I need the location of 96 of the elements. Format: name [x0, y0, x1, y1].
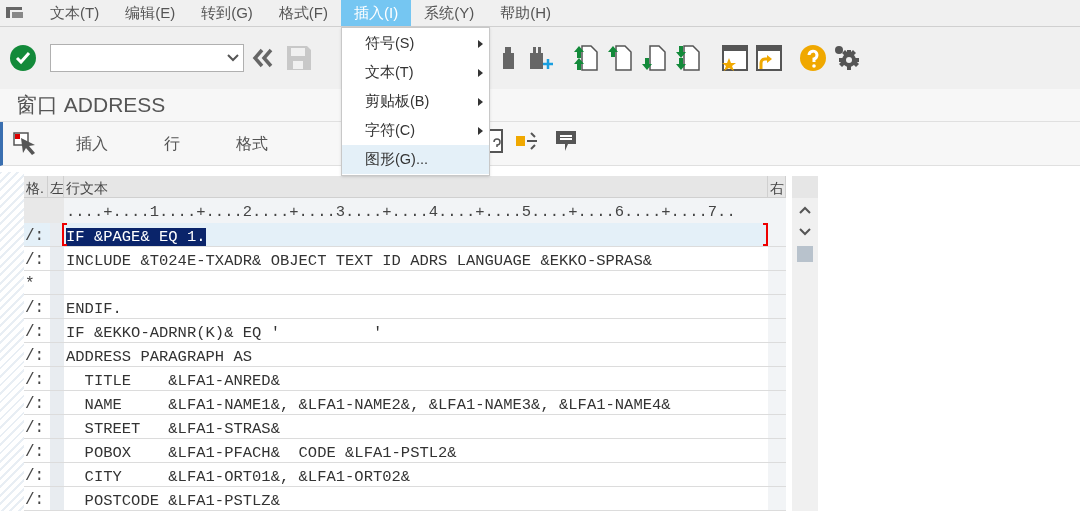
- margin-cell: [768, 487, 786, 510]
- gutter-cell: [50, 391, 64, 414]
- double-chevron-left-icon[interactable]: [252, 48, 274, 68]
- menu-item[interactable]: 编辑(E): [112, 0, 189, 26]
- chevron-down-icon[interactable]: [227, 54, 239, 62]
- command-field[interactable]: [50, 44, 244, 72]
- margin-cell: [768, 295, 786, 318]
- gutter-cell: [50, 271, 64, 294]
- gutter-cell: [50, 439, 64, 462]
- menu-item[interactable]: 文本(T): [37, 0, 113, 26]
- column-header[interactable]: 格.: [24, 176, 48, 197]
- format-cell-text: /:: [24, 394, 46, 414]
- code-line: POBOX &LFA1-PFACH& CODE &LFA1-PSTL2&: [83, 444, 457, 462]
- code-line: POSTCODE &LFA1-PSTLZ&: [83, 492, 280, 510]
- table-row[interactable]: /: CITY &LFA1-ORT01&, &LFA1-ORT02&: [24, 463, 786, 487]
- gutter-cell: [50, 487, 64, 510]
- gutter-cell: [50, 295, 64, 318]
- margin-cell: [768, 343, 786, 366]
- code-line: TITLE &LFA1-ANRED&: [83, 372, 280, 390]
- submenu-arrow-icon: [478, 39, 483, 48]
- code-line: INCLUDE &T024E-TXADR& OBJECT TEXT ID ADRS LANGUAGE &EKKO-SPRAS&: [66, 252, 652, 270]
- page-double-up-icon[interactable]: [574, 45, 598, 71]
- document-help-icon[interactable]: [490, 128, 504, 154]
- table-row[interactable]: /: STREET &LFA1-STRAS&: [24, 415, 786, 439]
- table-row[interactable]: /: POSTCODE &LFA1-PSTLZ&: [24, 487, 786, 511]
- toolbar-button[interactable]: 行: [155, 131, 189, 156]
- toolbar-button[interactable]: 插入: [67, 131, 117, 156]
- format-cell-text: /:: [24, 442, 46, 462]
- dropdown-item[interactable]: 剪贴板(B): [342, 87, 489, 116]
- margin-cell: [768, 271, 786, 294]
- table-row[interactable]: /: IF &EKKO-ADRNR(K)& EQ ' ': [24, 319, 786, 343]
- format-cell-text: /:: [24, 466, 46, 486]
- gutter-cell: [50, 415, 64, 438]
- menu-item[interactable]: 格式(F): [265, 0, 341, 26]
- menu-item[interactable]: 帮助(H): [487, 0, 564, 26]
- table-row[interactable]: /: IF &PAGE& EQ 1.: [24, 223, 786, 247]
- menu-item[interactable]: 系统(Y): [411, 0, 488, 26]
- scroll-thumb[interactable]: [797, 246, 813, 262]
- submenu-arrow-icon: [478, 126, 483, 135]
- code-line: ADDRESS PARAGRAPH AS: [66, 348, 253, 366]
- table-row[interactable]: *: [24, 271, 786, 295]
- confirm-icon[interactable]: [10, 45, 36, 71]
- dropdown-item[interactable]: 图形(G)...: [342, 145, 489, 174]
- format-cell-text: /:: [24, 298, 46, 318]
- margin-cell: [768, 319, 786, 342]
- submenu-arrow-icon: [478, 97, 483, 106]
- format-cell-text: /:: [24, 418, 46, 438]
- gutter-cell: [50, 247, 64, 270]
- code-line: STREET &LFA1-STRAS&: [83, 420, 280, 438]
- column-header[interactable]: 左: [48, 176, 64, 197]
- margin-cell: [768, 439, 786, 462]
- scrollbar-header: [792, 176, 818, 198]
- page-double-down-icon[interactable]: [676, 45, 700, 71]
- code-line: NAME &LFA1-NAME1&, &LFA1-NAME2&, &LFA1-NAME3&, &LFA1-NAME4&: [83, 396, 671, 414]
- chevron-up-icon[interactable]: [799, 206, 811, 214]
- format-cell-text: /:: [24, 226, 46, 246]
- format-cell-text: /:: [24, 346, 46, 366]
- margin-cell: [768, 367, 786, 390]
- submenu-arrow-icon: [478, 68, 483, 77]
- code-line: CITY &LFA1-ORT01&, &LFA1-ORT02&: [83, 468, 411, 486]
- settings-icon[interactable]: [834, 45, 860, 71]
- margin-cell: [768, 463, 786, 486]
- dropdown-item[interactable]: 文本(T): [342, 58, 489, 87]
- table-row[interactable]: /: TITLE &LFA1-ANRED&: [24, 367, 786, 391]
- column-header[interactable]: 右: [768, 176, 786, 197]
- format-cell-text: /:: [24, 250, 46, 270]
- code-line: ENDIF.: [66, 300, 122, 318]
- code-line: IF &EKKO-ADRNR(K)& EQ ' ': [66, 324, 383, 342]
- menu-icon[interactable]: [5, 6, 25, 20]
- dropdown-item[interactable]: 字符(C): [342, 116, 489, 145]
- menu-item[interactable]: 转到(G): [188, 0, 266, 26]
- scrollbar[interactable]: [792, 176, 818, 511]
- format-cell-text: *: [24, 274, 36, 294]
- gutter-cell: [50, 367, 64, 390]
- margin-cell: [768, 247, 786, 270]
- window-title: 窗口 ADDRESS: [16, 92, 166, 119]
- format-cell-text: /:: [24, 490, 46, 510]
- format-cell-text: /:: [24, 370, 46, 390]
- table-row[interactable]: /: ADDRESS PARAGRAPH AS: [24, 343, 786, 367]
- gutter-cell: [50, 463, 64, 486]
- toolbar-button[interactable]: 格式: [227, 131, 277, 156]
- table-row[interactable]: /: INCLUDE &T024E-TXADR& OBJECT TEXT ID ADRS LANGUAGE &EKKO-SPRAS&: [24, 247, 786, 271]
- table-row[interactable]: /: ENDIF.: [24, 295, 786, 319]
- column-ruler: ....+....1....+....2....+....3....+....4....+....5....+....6....+....7..: [65, 202, 736, 223]
- table-row[interactable]: /: POBOX &LFA1-PFACH& CODE &LFA1-PSTL2&: [24, 439, 786, 463]
- chevron-down-icon[interactable]: [799, 228, 811, 236]
- margin-cell: [768, 391, 786, 414]
- table-row[interactable]: /: NAME &LFA1-NAME1&, &LFA1-NAME2&, &LFA1-NAME3&, &LFA1-NAME4&: [24, 391, 786, 415]
- gutter-cell: [50, 319, 64, 342]
- comment-icon[interactable]: [554, 129, 578, 153]
- dropdown-item[interactable]: 符号(S): [342, 29, 489, 58]
- page-down-icon[interactable]: [642, 45, 666, 71]
- gutter-cell: [50, 343, 64, 366]
- page-up-icon[interactable]: [608, 45, 632, 71]
- format-cell-text: /:: [24, 322, 46, 342]
- margin-cell: [768, 415, 786, 438]
